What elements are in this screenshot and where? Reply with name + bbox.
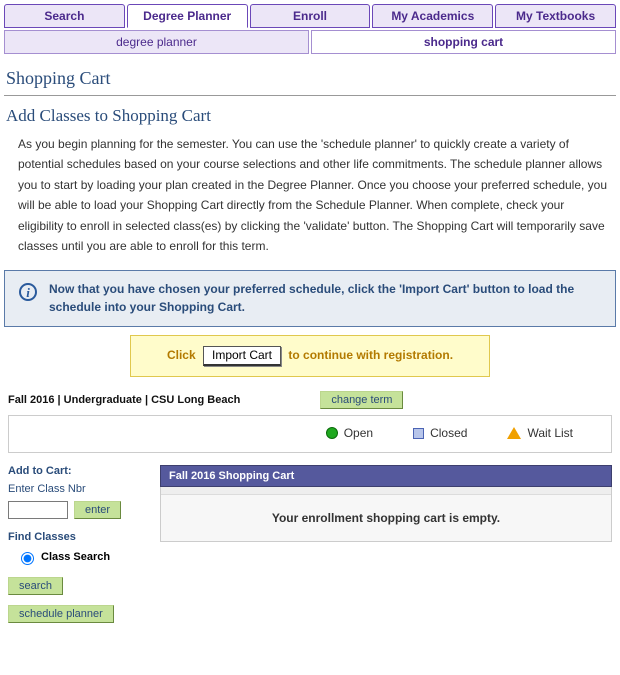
body-text: As you begin planning for the semester. … [18,134,610,256]
info-text: Now that you have chosen your preferred … [49,281,601,316]
class-nbr-input[interactable] [8,501,68,519]
enter-class-nbr-label: Enter Class Nbr [8,483,148,495]
schedule-planner-button[interactable]: schedule planner [8,605,114,623]
info-icon: i [19,283,37,301]
find-classes-label: Find Classes [8,531,148,543]
tab-search[interactable]: Search [4,4,125,28]
legend-closed-label: Closed [430,426,467,440]
cart-column-header [161,487,611,495]
class-search-radio[interactable] [21,552,34,565]
tab-degree-planner[interactable]: Degree Planner [127,4,248,28]
class-search-label: Class Search [41,551,110,563]
open-icon [326,427,338,439]
add-to-cart-label: Add to Cart: [8,465,148,477]
term-row: Fall 2016 | Undergraduate | CSU Long Bea… [8,391,612,409]
tab-my-textbooks[interactable]: My Textbooks [495,4,616,28]
page-title: Shopping Cart [6,68,616,89]
closed-icon [413,428,424,439]
legend-open: Open [326,426,373,440]
sub-tabs: degree planner shopping cart [4,30,616,54]
right-column: Fall 2016 Shopping Cart Your enrollment … [160,465,612,623]
cart-empty-message: Your enrollment shopping cart is empty. [161,495,611,541]
search-button[interactable]: search [8,577,63,595]
subtab-shopping-cart[interactable]: shopping cart [311,30,616,54]
legend-open-label: Open [344,426,373,440]
legend-wait: Wait List [507,426,573,440]
class-nbr-row: enter [8,501,148,519]
legend-closed: Closed [413,426,467,440]
main-split: Add to Cart: Enter Class Nbr enter Find … [8,465,612,623]
callout-after: to continue with registration. [288,348,453,362]
wait-list-icon [507,427,521,439]
callout-before: Click [167,348,196,362]
legend-wait-label: Wait List [527,426,573,440]
left-column: Add to Cart: Enter Class Nbr enter Find … [8,465,148,623]
cart-header: Fall 2016 Shopping Cart [160,465,612,487]
cart-body: Your enrollment shopping cart is empty. [160,487,612,542]
change-term-button[interactable]: change term [320,391,403,409]
tab-enroll[interactable]: Enroll [250,4,371,28]
top-tabs: Search Degree Planner Enroll My Academic… [4,4,616,28]
info-box: i Now that you have chosen your preferre… [4,270,616,327]
term-label: Fall 2016 | Undergraduate | CSU Long Bea… [8,394,240,406]
import-cart-callout: Click Import Cart to continue with regis… [130,335,490,377]
title-rule [4,95,616,96]
subtab-degree-planner[interactable]: degree planner [4,30,309,54]
tab-my-academics[interactable]: My Academics [372,4,493,28]
class-search-radio-row[interactable]: Class Search [16,549,148,565]
enter-button[interactable]: enter [74,501,121,519]
import-cart-button[interactable]: Import Cart [203,346,281,366]
status-legend: Open Closed Wait List [8,415,612,453]
sub-title: Add Classes to Shopping Cart [6,106,616,126]
